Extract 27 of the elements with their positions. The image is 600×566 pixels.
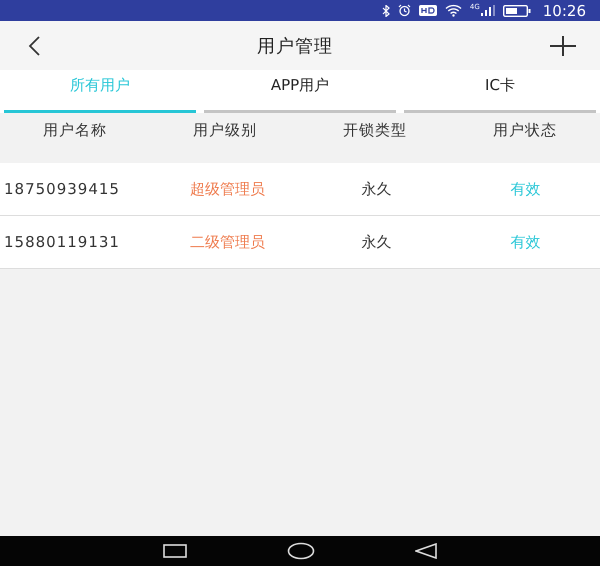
hd-icon <box>418 5 437 16</box>
user-name: 15880119131 <box>3 233 121 251</box>
user-status: 有效 <box>510 232 542 252</box>
wifi-icon <box>444 4 462 17</box>
recents-icon[interactable] <box>163 544 187 558</box>
user-name: 18750939415 <box>3 180 121 198</box>
user-level: 超级管理员 <box>189 180 266 198</box>
bluetooth-icon <box>382 4 390 16</box>
battery-icon <box>502 4 531 16</box>
user-row[interactable]: 18750939415 超级管理员 永久 有效 <box>0 163 600 216</box>
unlock-type: 永久 <box>360 180 392 198</box>
signal-icon <box>480 5 495 16</box>
unlock-type: 永久 <box>360 232 392 252</box>
clock-time: 10:26 <box>542 2 586 20</box>
back-triangle-icon[interactable] <box>415 543 437 559</box>
alarm-icon <box>398 4 411 17</box>
home-icon[interactable] <box>287 542 315 560</box>
back-icon <box>28 36 40 56</box>
column-header: 用户级别 <box>192 121 258 141</box>
plus-icon <box>550 36 576 56</box>
user-status: 有效 <box>510 180 542 198</box>
page-title: 用户管理 <box>257 34 333 58</box>
column-header: 用户状态 <box>492 121 558 141</box>
user-row[interactable]: 15880119131 二级管理员 永久 有效 <box>0 216 600 269</box>
column-header: 开锁类型 <box>342 121 408 141</box>
column-header: 用户名称 <box>42 121 108 141</box>
user-level: 二级管理员 <box>189 232 266 252</box>
